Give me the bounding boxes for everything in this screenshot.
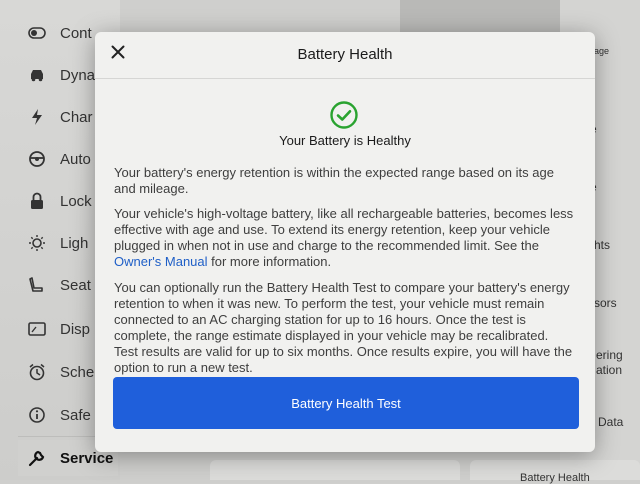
info-icon [28,406,46,424]
sidebar-item-label: Safe [60,406,91,424]
retention-paragraph: Your battery's energy retention is withi… [114,165,554,196]
dialog-header: Battery Health [95,32,595,79]
sidebar-item-label: Service [60,449,114,467]
battery-health-dialog: Battery Health Your Battery is Healthy Y… [95,32,595,452]
battery-health-test-button[interactable]: Battery Health Test [113,377,579,429]
battery-care-paragraph: Your vehicle's high-voltage battery, lik… [114,206,574,270]
steering-wheel-icon [28,150,46,168]
car-icon [28,66,46,84]
paragraph-text: Your vehicle's high-voltage battery, lik… [114,206,574,253]
sidebar-item-label: Seat [60,276,91,294]
light-icon [28,234,46,252]
right-panel-text: age [594,46,610,56]
background-card: Battery Health [470,460,640,484]
sidebar-item-label: Ligh [60,234,89,252]
sidebar-item-controls[interactable]: Cont [28,18,92,48]
sidebar-item-safety[interactable]: Safe [28,400,91,430]
background-card-label: Battery Health [520,472,590,484]
sidebar-item-charging[interactable]: Char [28,102,93,132]
sidebar-item-label: Char [60,108,93,126]
right-panel-text: sors [594,296,617,310]
test-info-paragraph: You can optionally run the Battery Healt… [114,280,573,375]
right-panel-text: hts [594,238,611,252]
right-panel-text: ering [596,348,623,362]
sidebar-item-label: Disp [60,320,91,338]
right-panel-text: Data [598,415,624,429]
sidebar-item-label: Sche [60,363,95,381]
clock-icon [28,363,46,381]
owners-manual-link[interactable]: Owner's Manual [114,254,208,269]
lock-icon [28,192,46,210]
toggle-icon [28,24,46,42]
sidebar-item-dynamics[interactable]: Dyna [28,60,95,90]
sidebar-item-locks[interactable]: Lock [28,186,92,216]
sidebar-item-lights[interactable]: Ligh [28,228,88,258]
status-title: Your Battery is Healthy [279,133,411,148]
sidebar-item-display[interactable]: Disp [28,314,90,344]
bolt-icon [28,108,46,126]
check-circle-icon [329,100,359,130]
background-card [210,460,460,480]
sidebar-item-label: Cont [60,24,92,42]
right-panel-text: ation [596,363,623,377]
sidebar-item-label: Lock [60,192,92,210]
paragraph-text: for more information. [207,254,332,269]
dialog-title: Battery Health [297,46,393,63]
sidebar-item-label: Dyna [60,66,96,84]
top-strip [400,0,560,32]
sidebar-item-label: Auto [60,150,91,168]
seat-icon [28,276,46,294]
display-icon [28,320,46,338]
sidebar-item-schedule[interactable]: Sche [28,357,94,387]
wrench-icon [28,449,46,467]
sidebar-item-seats[interactable]: Seat [28,270,91,300]
sidebar-item-autopilot[interactable]: Auto [28,144,91,174]
